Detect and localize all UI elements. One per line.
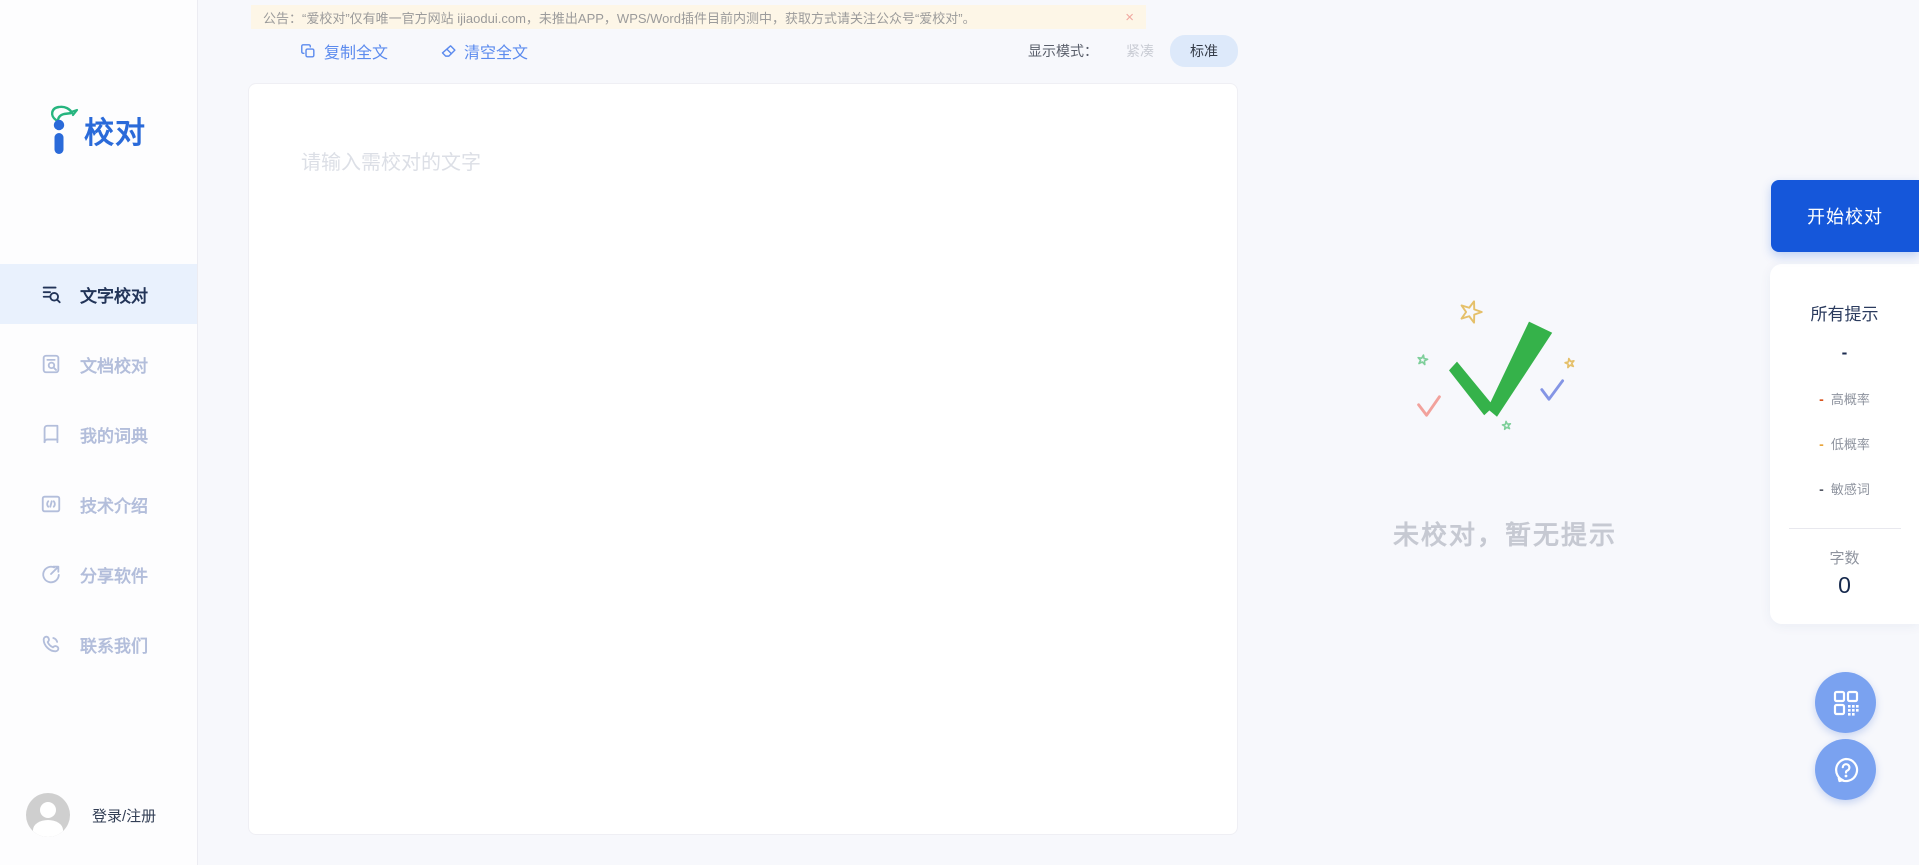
avatar xyxy=(26,793,70,837)
sidebar-item-text-proofread[interactable]: 文字校对 xyxy=(0,264,197,324)
sidebar-item-label: 联系我们 xyxy=(80,636,148,656)
sidebar-item-label: 技术介绍 xyxy=(80,496,148,516)
sidebar-item-dictionary[interactable]: 我的词典 xyxy=(0,404,197,464)
mode-standard-button[interactable]: 标准 xyxy=(1170,35,1238,67)
doc-proofread-icon xyxy=(42,354,60,374)
sidebar-item-contact[interactable]: 联系我们 xyxy=(0,614,197,674)
result-empty-state: 未校对，暂无提示 xyxy=(1330,288,1680,552)
app-logo[interactable]: 校对 xyxy=(44,104,146,156)
high-probability-label: 高概率 xyxy=(1830,392,1870,407)
sensitive-words-dash: - xyxy=(1819,480,1824,497)
stats-card: 所有提示 - - 高概率 - 低概率 - 敏感词 字数 0 xyxy=(1770,264,1919,624)
start-proofread-button[interactable]: 开始校对 xyxy=(1771,180,1919,252)
display-mode-label: 显示模式： xyxy=(1028,43,1098,59)
help-button[interactable] xyxy=(1815,739,1876,800)
sidebar-item-label: 文档校对 xyxy=(80,356,148,376)
help-icon xyxy=(1834,757,1858,782)
editor-toolbar: 复制全文 清空全文 显示模式： 紧凑 标准 xyxy=(248,34,1238,68)
share-icon xyxy=(42,565,60,584)
empty-result-text: 未校对，暂无提示 xyxy=(1392,520,1617,550)
dictionary-icon xyxy=(43,424,59,444)
all-hints-value: - xyxy=(1841,343,1848,362)
login-label: 登录/注册 xyxy=(92,807,157,825)
sidebar-item-tech-intro[interactable]: 技术介绍 xyxy=(0,474,197,534)
proofread-text-input[interactable] xyxy=(249,84,1237,834)
legend-item-low: - 低概率 xyxy=(1770,434,1919,453)
sidebar-item-share[interactable]: 分享软件 xyxy=(0,544,197,604)
word-count-label: 字数 xyxy=(1829,550,1860,567)
editor-panel xyxy=(248,83,1238,835)
legend-item-high: - 高概率 xyxy=(1770,389,1919,408)
sensitive-words-label: 敏感词 xyxy=(1830,482,1870,497)
sidebar-nav: 文字校对 文档校对 我的词典 技术介绍 分享软件 联系我们 xyxy=(0,264,197,684)
close-icon[interactable]: × xyxy=(1125,10,1134,25)
contact-icon xyxy=(42,635,60,653)
copy-icon xyxy=(301,43,315,58)
legend-item-sensitive: - 敏感词 xyxy=(1770,479,1919,498)
word-count-value: 0 xyxy=(1838,572,1851,598)
all-hints-label: 所有提示 xyxy=(1810,305,1879,324)
sidebar-item-doc-proofread[interactable]: 文档校对 xyxy=(0,334,197,394)
sidebar-item-label: 我的词典 xyxy=(80,426,148,446)
logo-bird-icon xyxy=(51,105,79,154)
copy-all-button[interactable]: 复制全文 xyxy=(300,39,388,63)
low-probability-dash: - xyxy=(1819,435,1824,452)
sidebar-item-label: 文字校对 xyxy=(80,286,148,306)
eraser-icon xyxy=(441,44,456,57)
login-register[interactable]: 登录/注册 xyxy=(26,793,156,837)
logo-text: 校对 xyxy=(84,117,146,150)
sidebar: 校对 文字校对 文档校对 我的词典 技术介绍 分享软件 联系我们 登录/注册 xyxy=(0,0,198,865)
hint-legend: - 高概率 - 低概率 - 敏感词 xyxy=(1770,389,1919,498)
announcement-text: 公告：“爱校对”仅有唯一官方网站 ijiaodui.com，未推出APP，WPS… xyxy=(263,10,976,26)
text-proofread-icon xyxy=(42,286,61,304)
mode-compact-button[interactable]: 紧凑 xyxy=(1126,41,1154,61)
high-probability-dash: - xyxy=(1819,390,1824,407)
checkmark-illustration xyxy=(1417,300,1575,431)
low-probability-label: 低概率 xyxy=(1830,437,1870,452)
clear-all-label: 清空全文 xyxy=(464,45,529,62)
copy-all-label: 复制全文 xyxy=(324,45,389,62)
divider xyxy=(1788,528,1901,529)
qr-code-button[interactable] xyxy=(1815,672,1876,733)
tech-intro-icon xyxy=(41,495,61,513)
sidebar-item-label: 分享软件 xyxy=(80,566,148,586)
announcement-bar: 公告：“爱校对”仅有唯一官方网站 ijiaodui.com，未推出APP，WPS… xyxy=(251,5,1146,29)
qr-code-icon xyxy=(1833,690,1859,716)
clear-all-button[interactable]: 清空全文 xyxy=(440,39,528,63)
